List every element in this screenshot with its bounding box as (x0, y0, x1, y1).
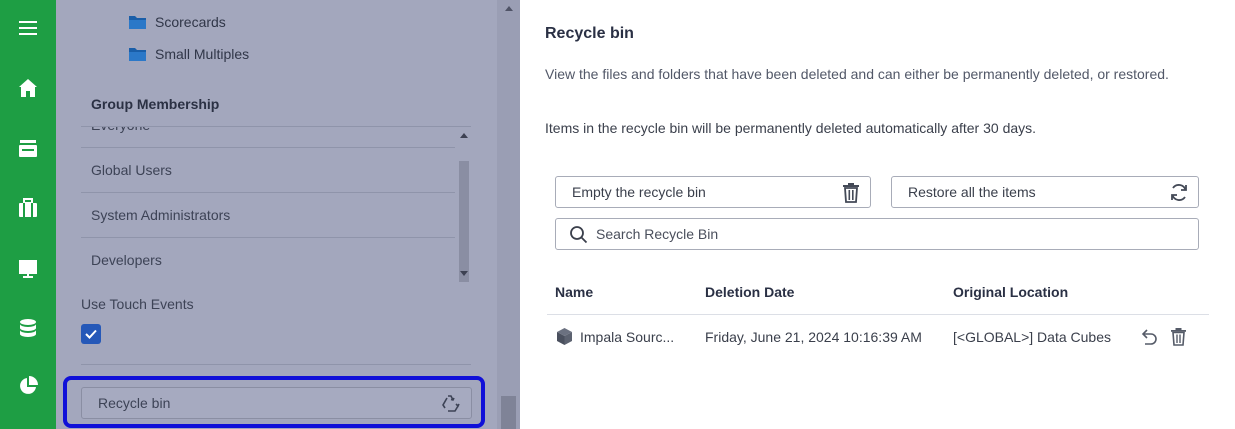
column-header-original-location[interactable]: Original Location (953, 284, 1068, 300)
refresh-icon (1171, 184, 1187, 201)
app-rail (0, 0, 56, 429)
drawer-description: View the files and folders that have bee… (545, 66, 1169, 82)
scroll-up-arrow[interactable] (460, 133, 468, 138)
list-item[interactable]: Developers (81, 238, 455, 282)
briefcase-icon[interactable] (0, 188, 56, 228)
group-membership-title: Group Membership (91, 96, 220, 112)
data-cube-icon (557, 328, 572, 345)
scroll-up-arrow[interactable] (505, 6, 513, 11)
empty-recycle-bin-button[interactable]: Empty the recycle bin (555, 176, 871, 208)
delete-icon[interactable] (1169, 327, 1188, 346)
folder-icon (129, 16, 146, 29)
home-icon[interactable] (0, 68, 56, 108)
row-deletion-date: Friday, June 21, 2024 10:16:39 AM (705, 329, 922, 345)
trash-icon (843, 183, 859, 203)
search-input[interactable]: Search Recycle Bin (555, 218, 1199, 250)
touch-events-label: Use Touch Events (81, 296, 194, 312)
recycle-bin-label: Recycle bin (98, 395, 171, 411)
row-original-location: [<GLOBAL>] Data Cubes (953, 329, 1111, 345)
restore-all-label: Restore all the items (908, 184, 1036, 200)
group-membership-list: Everyone Global Users System Administrat… (81, 126, 471, 282)
panel-scrollbar[interactable] (497, 0, 520, 429)
check-icon (85, 329, 97, 339)
list-scrollbar[interactable] (456, 127, 471, 282)
scroll-down-arrow[interactable] (460, 271, 468, 276)
divider (81, 364, 471, 365)
table-header-divider (547, 314, 1209, 315)
presentation-icon[interactable] (0, 248, 56, 288)
column-header-deletion-date[interactable]: Deletion Date (705, 284, 794, 300)
list-item[interactable]: Everyone (81, 127, 455, 148)
folder-icon (129, 48, 146, 61)
folder-label: Small Multiples (155, 46, 250, 62)
column-header-name[interactable]: Name (555, 284, 593, 300)
scroll-thumb[interactable] (501, 396, 516, 429)
search-icon (570, 226, 588, 244)
pie-chart-icon[interactable] (0, 366, 56, 406)
scroll-thumb[interactable] (459, 161, 469, 282)
menu-icon[interactable] (0, 8, 56, 48)
search-placeholder: Search Recycle Bin (596, 226, 719, 242)
touch-events-checkbox[interactable] (81, 324, 101, 344)
recycle-icon (442, 395, 460, 412)
restore-icon[interactable] (1139, 327, 1158, 346)
list-item[interactable]: Global Users (81, 148, 455, 193)
list-item[interactable]: System Administrators (81, 193, 455, 238)
retention-note: Items in the recycle bin will be permane… (545, 120, 1037, 136)
database-icon[interactable] (0, 308, 56, 348)
folder-item[interactable]: Small Multiples (128, 46, 249, 62)
row-name[interactable]: Impala Sourc... (580, 329, 674, 345)
folder-label: Scorecards (155, 14, 226, 30)
recycle-bin-button[interactable]: Recycle bin (81, 387, 472, 419)
empty-recycle-bin-label: Empty the recycle bin (572, 184, 706, 200)
recycle-bin-drawer: Recycle bin View the files and folders t… (520, 0, 1235, 429)
settings-panel: Scorecards Small Multiples Group Members… (56, 0, 520, 429)
drawer-title: Recycle bin (545, 25, 634, 42)
archive-icon[interactable] (0, 128, 56, 168)
restore-all-button[interactable]: Restore all the items (891, 176, 1199, 208)
folder-item[interactable]: Scorecards (128, 14, 226, 30)
